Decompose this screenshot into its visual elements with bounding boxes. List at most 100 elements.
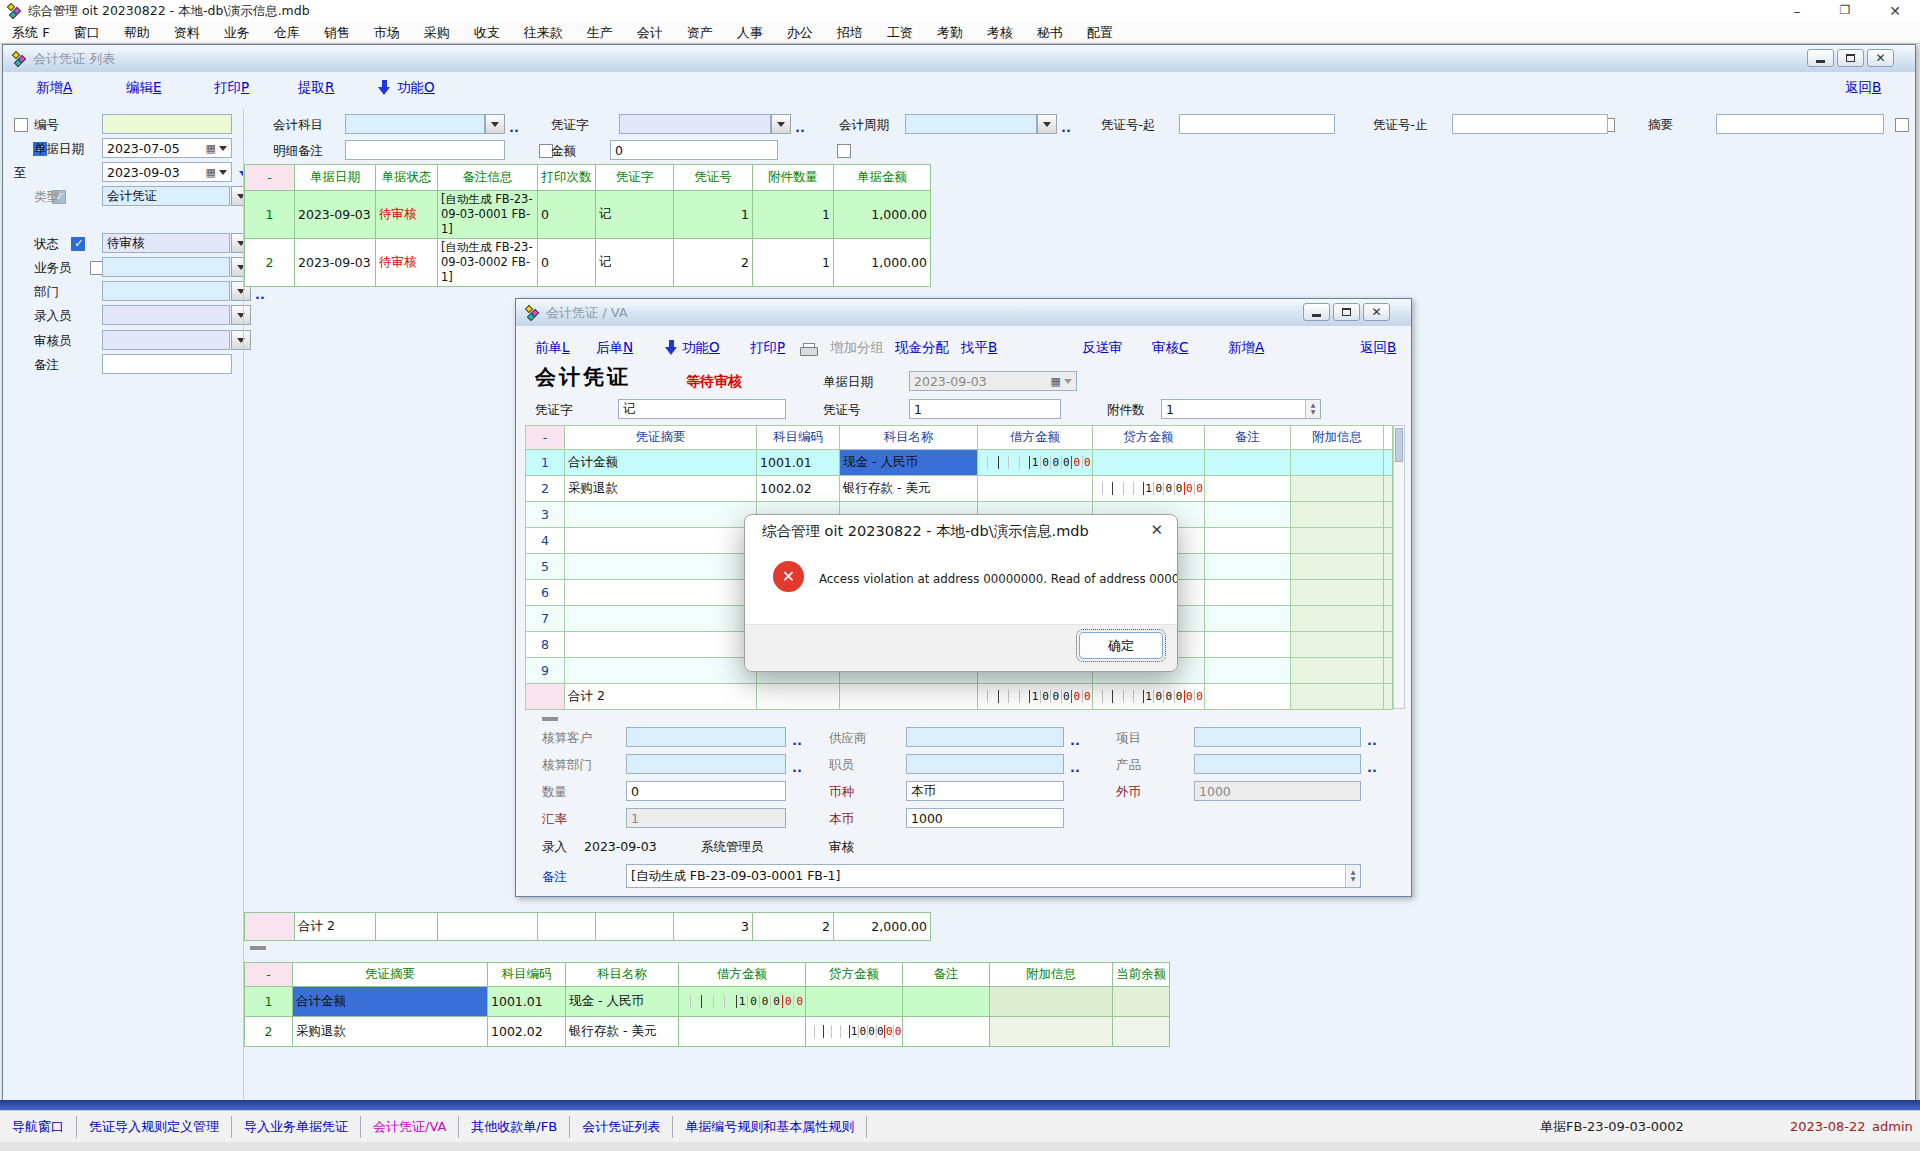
va-no-input[interactable]: 1 [909,399,1061,419]
col-header[interactable]: 单据日期 [295,165,376,191]
ok-button[interactable]: 确定 [1079,632,1163,659]
col-header[interactable]: 科目名称 [840,426,978,450]
calendar-icon[interactable]: ▦ [206,142,216,155]
close-icon[interactable]: ✕ [1363,303,1390,321]
lookup-dots[interactable]: .. [795,120,805,135]
cash-allocate-button[interactable]: 现金分配 [895,339,949,357]
va-grid-row[interactable]: 2 采购退款 1002.02 银行存款 - 美元 100000 [526,476,1393,502]
lookup-dots[interactable]: .. [792,760,802,775]
minimize-icon[interactable]: – [1782,3,1812,19]
bizhong-input[interactable]: 本币 [906,781,1064,801]
col-header[interactable]: 借方金额 [679,963,806,987]
statusbar-item-active[interactable]: 会计凭证/VA [361,1116,459,1138]
col-header[interactable]: 凭证号 [674,165,753,191]
menu-item[interactable]: 采购 [412,24,462,42]
statusbar-item[interactable]: 会计凭证列表 [570,1116,673,1138]
dropdown-button[interactable] [1037,114,1057,134]
statusbar-item[interactable]: 导入业务单据凭证 [232,1116,361,1138]
chanpin-input[interactable] [1194,754,1361,774]
lookup-dots[interactable]: .. [1061,120,1071,135]
statusbar-item[interactable]: 单据编号规则和基本属性规则 [673,1116,867,1138]
back-button[interactable]: 返回B [1360,339,1396,357]
col-header[interactable]: 贷方金额 [1093,426,1205,450]
xiangmu-input[interactable] [1194,727,1361,747]
collapse-dash[interactable] [542,717,558,721]
maximize-icon[interactable]: ❐ [1830,3,1860,17]
col-header[interactable]: - [245,165,295,191]
menu-item[interactable]: 人事 [725,24,775,42]
va-beizhu-input[interactable]: [自动生成 FB-23-09-03-0001 FB-1]▲▼ [626,864,1361,888]
statusbar-item[interactable]: 凭证导入规则定义管理 [77,1116,232,1138]
yewuyuan-combo[interactable] [102,257,230,277]
table-row[interactable]: 2 2023-09-03 待审核 [自动生成 FB-23-09-03-0002 … [245,239,931,287]
print-button[interactable]: 打印P [214,79,249,97]
dropdown-icon[interactable] [219,170,227,175]
menu-item[interactable]: 工资 [875,24,925,42]
col-header[interactable]: - [245,963,293,987]
edit-button[interactable]: 编辑E [126,79,162,97]
minimize-icon[interactable] [1807,49,1834,67]
checkbox-zhuangtai[interactable] [71,237,85,251]
va-grid-row[interactable]: 1 合计金额 1001.01 现金 - 人民币 100000 [526,450,1393,476]
maximize-icon[interactable] [1333,303,1360,321]
date-to-input[interactable]: 2023-09-03▦ [102,162,232,182]
menu-item[interactable]: 考勤 [925,24,975,42]
back-button[interactable]: 返回B [1845,79,1881,97]
print-button[interactable]: 打印P [750,339,785,357]
pzh-qi-input[interactable] [1179,114,1335,134]
col-header[interactable]: 贷方金额 [806,963,903,987]
extract-button[interactable]: 提取R [298,79,334,97]
dropdown-icon[interactable] [219,146,227,151]
kemu-combo[interactable] [345,114,485,134]
col-header[interactable]: 凭证字 [596,165,674,191]
menu-item[interactable]: 市场 [362,24,412,42]
hesuanbumen-input[interactable] [626,754,786,774]
shenheyuan-combo[interactable] [102,330,230,350]
lookup-dots[interactable]: .. [509,120,519,135]
zhaiyao-input[interactable] [1716,114,1884,134]
table-row[interactable]: 1 2023-09-03 待审核 [自动生成 FB-23-09-03-0001 … [245,191,931,239]
col-header[interactable]: 凭证摘要 [293,963,488,987]
luruyuan-combo[interactable] [102,305,230,325]
col-header[interactable]: 借方金额 [978,426,1093,450]
col-header[interactable]: 科目编码 [757,426,840,450]
menu-item[interactable]: 配置 [1075,24,1125,42]
pzh-zhi-input[interactable] [1452,114,1608,134]
menu-item[interactable]: 考核 [975,24,1025,42]
gys-input[interactable] [906,727,1064,747]
menu-item[interactable]: 收支 [462,24,512,42]
menu-item[interactable]: 系统 F [0,24,62,42]
unsend-button[interactable]: 反送审 [1082,339,1123,357]
va-date-input[interactable]: 2023-09-03▦ [909,371,1077,391]
mingxi-input[interactable] [345,140,505,160]
checkbox-bianhao[interactable] [14,118,28,132]
col-header[interactable]: 备注 [1205,426,1291,450]
va-word-input[interactable]: 记 [618,399,786,419]
menu-item[interactable]: 招培 [825,24,875,42]
zhuangtai-combo[interactable]: 待审核 [102,233,230,253]
bianhao-input[interactable] [102,114,232,134]
menu-item[interactable]: 资料 [162,24,212,42]
maximize-icon[interactable] [1837,49,1864,67]
table-row[interactable]: 1 合计金额 1001.01 现金 - 人民币 100000 [245,987,1170,1017]
col-header[interactable]: 打印次数 [538,165,596,191]
table-row[interactable]: 2 采购退款 1002.02 银行存款 - 美元 100000 [245,1017,1170,1047]
lookup-dots[interactable]: .. [1367,760,1377,775]
col-header[interactable]: 附加信息 [990,963,1113,987]
beizhu-input[interactable] [102,354,232,374]
add-group-button[interactable]: 增加分组 [830,339,884,357]
menu-item[interactable]: 往来款 [512,24,575,42]
minimize-icon[interactable] [1303,303,1330,321]
bumen-combo[interactable] [102,281,230,301]
col-header[interactable]: 备注 [903,963,990,987]
date-from-input[interactable]: 2023-07-05▦ [102,138,232,158]
lookup-dots[interactable]: .. [1070,760,1080,775]
col-header[interactable]: 凭证摘要 [565,426,757,450]
close-icon[interactable]: ✕ [1867,49,1894,67]
zhouqi-combo[interactable] [905,114,1037,134]
dropdown-button[interactable] [485,114,505,134]
statusbar-item[interactable]: 其他收款单/FB [459,1116,570,1138]
col-header[interactable]: 附加信息 [1291,426,1384,450]
col-header[interactable]: - [526,426,565,450]
printer-icon[interactable] [800,343,817,356]
